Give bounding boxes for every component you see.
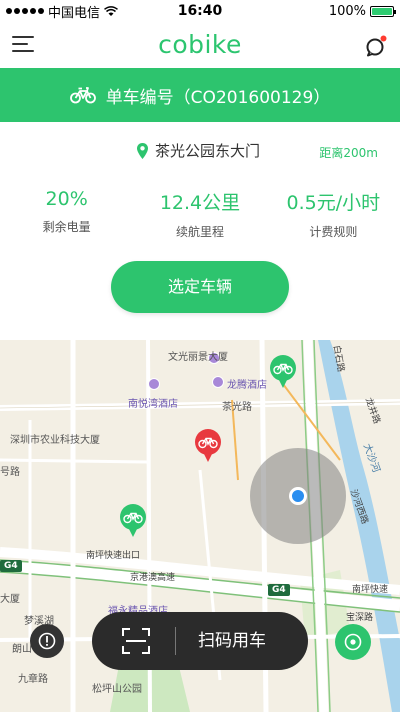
scan-divider — [175, 627, 176, 655]
battery-icon — [370, 5, 396, 17]
route-badge: G4 — [268, 584, 290, 596]
route-badge: G4 — [0, 560, 22, 572]
battery-group: 100% — [328, 3, 396, 19]
map-label: 深圳市农业科技大厦 — [10, 435, 100, 446]
location-name-group: 茶光公园东大门 — [136, 140, 260, 161]
poi-marker — [148, 378, 160, 390]
stat-value: 12.4公里 — [159, 192, 241, 214]
locate-icon — [344, 633, 362, 651]
bike-marker-available[interactable] — [119, 503, 147, 539]
location-name: 茶光公园东大门 — [155, 142, 261, 160]
app-logo: cobike — [158, 30, 242, 59]
road-label: 宝深路 — [346, 613, 374, 623]
stat-battery: 20% 剩余电量 — [0, 188, 133, 240]
map-label: 龙腾酒店 — [227, 380, 267, 391]
scan-to-ride-button[interactable]: 扫码用车 — [92, 612, 308, 670]
map-label: 松坪山公园 — [92, 684, 142, 695]
stat-label: 剩余电量 — [42, 220, 91, 234]
distance-label: 距离200m — [319, 146, 378, 160]
stat-label: 续航里程 — [175, 225, 224, 239]
stats-row: 20% 剩余电量 12.4公里 续航里程 0.5元/小时 计费规则 — [0, 188, 400, 240]
bike-number: 单车编号（CO201600129） — [105, 87, 331, 108]
location-row: 茶光公园东大门 距离200m — [0, 140, 400, 162]
bike-marker-available[interactable] — [269, 354, 297, 390]
map-label: 文光丽景大厦 — [168, 352, 228, 363]
bike-info-card: 茶光公园东大门 距离200m 20% 剩余电量 12.4公里 续航里程 0.5元… — [0, 122, 400, 340]
status-bar: 中国电信 16:40 100% — [0, 0, 400, 22]
map-label: 朗山 — [12, 644, 32, 655]
user-location-dot — [289, 487, 307, 505]
road-label: 南坪快速出口 — [86, 551, 141, 561]
map-label: 南悦湾酒店 — [128, 399, 178, 410]
report-button[interactable] — [30, 624, 64, 658]
scan-label: 扫码用车 — [198, 631, 266, 651]
stat-range: 12.4公里 续航里程 — [133, 188, 266, 240]
scan-icon — [122, 628, 150, 654]
stat-pricing[interactable]: 0.5元/小时 计费规则 — [267, 188, 400, 240]
battery-percent: 100% — [328, 3, 366, 19]
bike-marker-selected[interactable] — [194, 428, 222, 464]
stat-value: 20% — [45, 188, 88, 210]
stat-label: 计费规则 — [309, 225, 358, 239]
map-label: 大厦 — [0, 594, 20, 605]
road-label: 京港澳高速 — [130, 573, 176, 583]
message-icon[interactable] — [364, 34, 388, 58]
exclamation-icon — [38, 632, 56, 650]
locate-button[interactable] — [335, 624, 371, 660]
stat-value: 0.5元/小时 — [286, 192, 381, 214]
map-label: 号路 — [0, 467, 20, 478]
road-label: 南坪快速 — [352, 585, 389, 595]
select-bike-button[interactable]: 选定车辆 — [111, 261, 289, 313]
map-label: 九章路 — [18, 674, 48, 685]
map-label: 茶光路 — [222, 402, 252, 413]
nav-bar: cobike — [0, 22, 400, 68]
bike-number-banner: 单车编号（CO201600129） — [0, 68, 400, 122]
poi-marker — [212, 376, 224, 388]
bicycle-icon — [69, 87, 96, 104]
location-pin-icon — [137, 142, 148, 159]
